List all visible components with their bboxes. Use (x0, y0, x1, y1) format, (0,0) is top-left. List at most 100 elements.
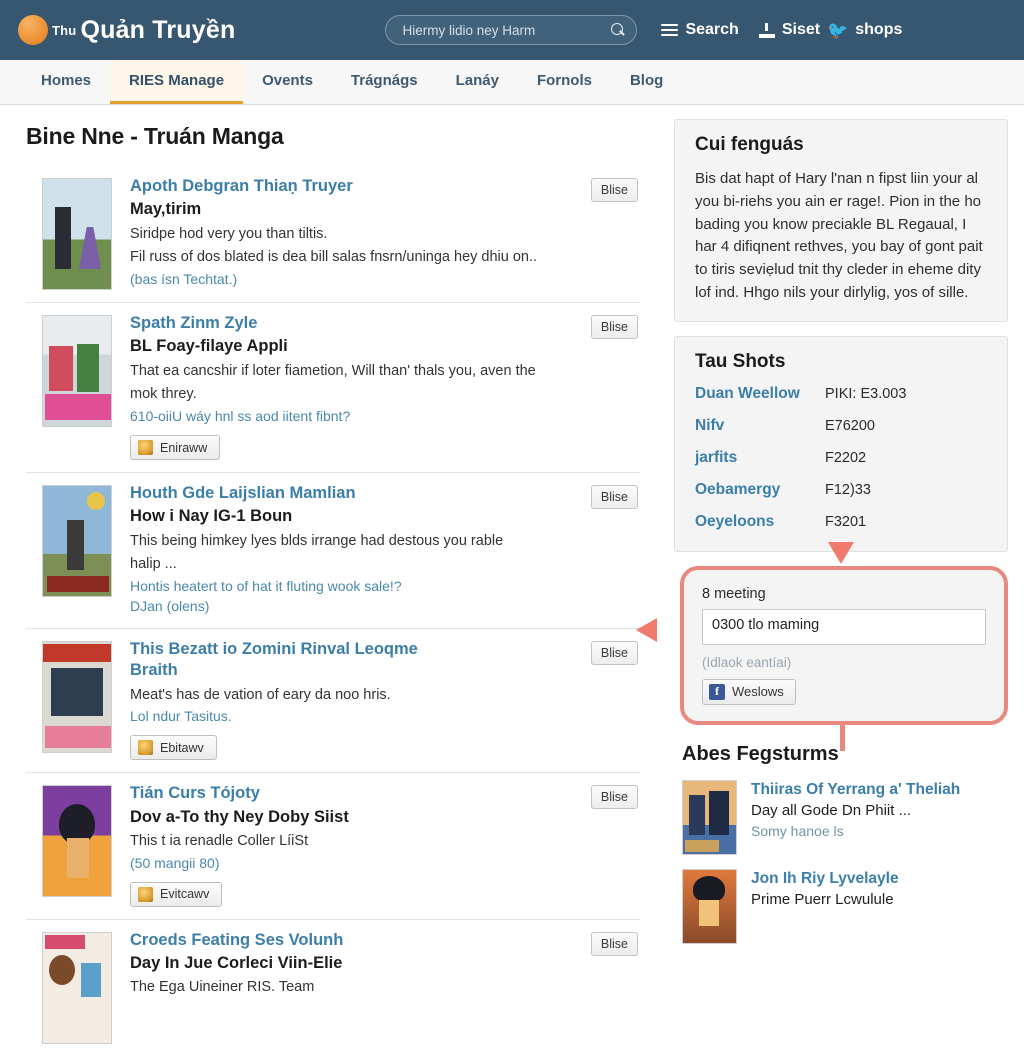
facebook-share-button[interactable]: f Weslows (702, 678, 796, 705)
intro-panel: Cui fenguás Bis dat hapt of Hary l'nan n… (674, 119, 1008, 322)
list-item[interactable]: This Bezatt io Zomini Rinval Leoqme Brai… (26, 629, 640, 774)
highlight-box: 8 meeting (Idlaok eantíai) f Weslows (680, 565, 1008, 725)
item-desc-1: The Ega Uineiner RIS. Team (130, 979, 315, 996)
intro-text: Bis dat hapt of Hary l'nan n fipst liin … (695, 170, 983, 301)
item-small-link[interactable]: (bas ísn Techtat.) (130, 269, 630, 289)
shots-row[interactable]: Nifv E76200 (695, 417, 991, 435)
main-column: Bine Nne - Truán Manga Apoth Debgran Thi… (0, 105, 662, 1044)
featured-thumbnail[interactable] (682, 779, 737, 855)
item-thumbnail[interactable] (42, 178, 112, 290)
highlight-label: 8 meeting (702, 585, 766, 602)
nav-item-manage[interactable]: RIES Manage (110, 60, 244, 104)
follow-icon (138, 440, 153, 455)
list-item[interactable]: Apoth Debgran Thiaṇ Truyer May,tirim Sir… (26, 166, 640, 303)
header-actions: Search Siset 🐦 shops (661, 21, 902, 39)
follow-button[interactable]: Evitcawv (130, 881, 223, 907)
search-box[interactable] (385, 15, 638, 45)
follow-label: Eniraww (160, 440, 208, 455)
site-header: Thu Quản Truyền Search Siset 🐦 shops (0, 0, 1024, 60)
shots-name[interactable]: Oeyeloons (695, 513, 825, 531)
item-link-2[interactable]: Braith (130, 660, 630, 681)
item-desc-1: That ea cancshir if loter fiametion, Wil… (130, 362, 536, 379)
item-thumbnail[interactable] (42, 785, 112, 898)
item-small-link-2[interactable]: DJan (olens) (130, 596, 630, 616)
shots-name[interactable]: Nifv (695, 417, 825, 435)
blise-button[interactable]: Blise (590, 785, 638, 810)
highlight-wrapper: 8 meeting (Idlaok eantíai) f Weslows (636, 541, 1008, 751)
nav-item-homes[interactable]: Homes (22, 60, 110, 104)
blise-button[interactable]: Blise (590, 178, 638, 202)
upload-button[interactable]: Siset 🐦 shops (758, 21, 903, 39)
list-item[interactable]: Tián Curs Tójoty Dov a-To thy Ney Doby S… (26, 773, 640, 920)
nav-item-lanay[interactable]: Lanáy (437, 60, 518, 104)
blise-button[interactable]: Blise (590, 485, 638, 509)
list-item[interactable]: Croeds Feating Ses Volunh Day In Jue Cor… (26, 920, 640, 1056)
main-nav: Homes RIES Manage Ovents Trágnágs Lanáy … (0, 60, 1024, 105)
comment-textarea[interactable] (702, 608, 986, 645)
blise-button[interactable]: Blise (590, 931, 638, 956)
item-subtitle: Day In Jue Corleci Viin-Elie (130, 953, 343, 972)
featured-item-title[interactable]: Jon Ih Riy Lyvelayle (751, 869, 899, 888)
shots-row[interactable]: Duan Weellow PIKI: E3.003 (695, 385, 991, 403)
item-small-link[interactable]: Lol ndur Tasitus. (130, 706, 630, 726)
item-small-link[interactable]: Hontis heatert to of hat it fluting wook… (130, 576, 630, 596)
nav-item-tragnags[interactable]: Trágnágs (332, 60, 437, 104)
item-desc-1: Siridpe hod very you than tiltis. (130, 225, 328, 242)
list-item[interactable]: Houth Gde Laijslian Mamlian How i Nay IG… (26, 473, 640, 630)
item-link[interactable]: Tián Curs Tójoty (130, 783, 630, 804)
shots-value: PIKI: E3.003 (825, 385, 907, 402)
list-item[interactable]: Spath Zinm Zyle BL Foay-filaye Appli Tha… (26, 303, 640, 473)
search-input[interactable] (400, 21, 612, 39)
shots-name[interactable]: jarfits (695, 449, 825, 467)
blise-button[interactable]: Blise (590, 641, 638, 666)
featured-item[interactable]: Jon Ih Riy Lyvelayle Prime Puerr Lcwulul… (682, 868, 1004, 944)
page-body: Bine Nne - Truán Manga Apoth Debgran Thi… (0, 105, 1024, 1044)
item-small-link[interactable]: 610-oiiU wáy hnl ss aod iitent fibnt? (130, 406, 630, 426)
shots-name[interactable]: Oebamergy (695, 481, 825, 499)
item-body: Houth Gde Laijslian Mamlian How i Nay IG… (130, 483, 640, 616)
follow-icon (138, 886, 153, 902)
menu-search-button[interactable]: Search (661, 21, 739, 39)
featured-item-title[interactable]: Thiiras Of Yerrang a' Theliah (751, 780, 960, 799)
shots-name[interactable]: Duan Weellow (695, 385, 825, 403)
item-thumbnail[interactable] (42, 931, 112, 1044)
logo-small-text: Thu (52, 22, 77, 38)
shots-panel: Tau Shots Duan Weellow PIKI: E3.003 Nifv… (674, 335, 1008, 552)
item-link[interactable]: This Bezatt io Zomini Rinval Leoqme (130, 639, 630, 660)
nav-item-fornols[interactable]: Fornols (518, 60, 611, 104)
shots-row[interactable]: jarfits F2202 (695, 449, 991, 467)
item-link[interactable]: Apoth Debgran Thiaṇ Truyer (130, 176, 630, 197)
item-thumbnail[interactable] (42, 315, 112, 427)
shots-row[interactable]: Oebamergy F12)33 (695, 481, 991, 499)
item-body: This Bezatt io Zomini Rinval Leoqme Brai… (130, 639, 640, 761)
item-link[interactable]: Houth Gde Laijslian Mamlian (130, 483, 630, 504)
blise-button[interactable]: Blise (590, 315, 638, 339)
twitter-label: shops (855, 21, 903, 38)
twitter-icon[interactable]: 🐦 (827, 22, 848, 39)
featured-panel: Abes Fegsturms Thiiras Of Yerrang a' The… (674, 735, 1008, 944)
nav-item-ovents[interactable]: Ovents (243, 60, 332, 104)
menu-search-label: Search (685, 21, 739, 38)
item-subtitle: Dov a-To thy Ney Doby Siist (130, 807, 349, 826)
follow-button[interactable]: Ebitawv (130, 735, 217, 761)
shots-row[interactable]: Oeyeloons F3201 (695, 513, 991, 531)
follow-button[interactable]: Eniraww (130, 435, 221, 460)
page-title: Bine Nne - Truán Manga (26, 123, 284, 149)
featured-thumbnail[interactable] (682, 868, 737, 944)
hamburger-icon (661, 23, 679, 37)
item-link[interactable]: Spath Zinm Zyle (130, 313, 630, 334)
nav-item-blog[interactable]: Blog (611, 60, 682, 104)
item-small-link[interactable]: (50 mangii 80) (130, 853, 630, 873)
featured-item[interactable]: Thiiras Of Yerrang a' Theliah Day all Go… (682, 779, 1004, 855)
facebook-share-label: Weslows (732, 684, 784, 700)
follow-label: Evitcawv (160, 887, 210, 902)
sidebar-column: Cui fenguás Bis dat hapt of Hary l'nan n… (636, 105, 1024, 1024)
item-thumbnail[interactable] (42, 485, 112, 597)
item-link[interactable]: Croeds Feating Ses Volunh (130, 930, 630, 951)
item-thumbnail[interactable] (42, 641, 112, 754)
site-logo[interactable]: Thu Quản Truyền (18, 15, 235, 45)
search-icon[interactable] (611, 22, 626, 38)
intro-title: Cui fenguás (695, 134, 804, 155)
facebook-icon: f (709, 683, 725, 700)
item-subtitle: How i Nay IG-1 Boun (130, 507, 293, 526)
